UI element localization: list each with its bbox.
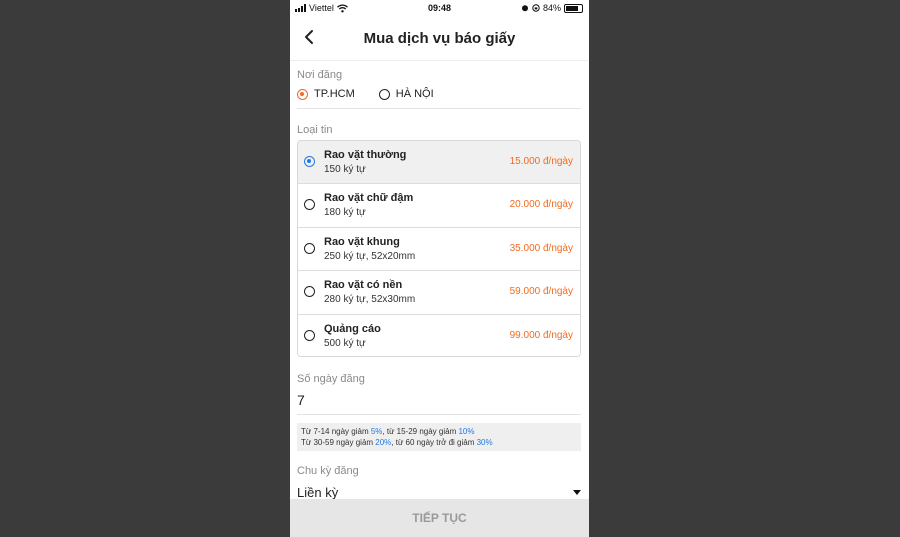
ad-type-name: Rao vặt khung — [324, 235, 400, 248]
ad-type-price: 15.000 đ/ngày — [509, 156, 573, 167]
cycle-label: Chu kỳ đăng — [297, 465, 359, 477]
app-header: Mua dịch vụ báo giấy — [290, 16, 589, 61]
ad-type-item[interactable]: Rao vặt thường 150 ký tự 15.000 đ/ngày — [298, 141, 580, 185]
ad-type-price: 59.000 đ/ngày — [509, 286, 573, 298]
ad-type-price: 99.000 đ/ngày — [509, 329, 573, 341]
ad-type-desc: 180 ký tự — [324, 207, 366, 219]
radio-unselected-icon[interactable] — [304, 329, 315, 341]
ad-type-desc: 280 ký tự, 52x30mm — [324, 294, 416, 306]
ad-type-label: Loại tin — [297, 124, 333, 136]
ad-type-item[interactable]: Rao vặt chữ đậm 180 ký tự 20.000 đ/ngày — [298, 184, 580, 228]
continue-button[interactable]: TIẾP TỤC — [290, 499, 589, 537]
battery-icon — [564, 3, 583, 13]
radio-unselected-icon[interactable] — [304, 199, 315, 211]
location-option-label: HÀ NỘI — [395, 88, 434, 100]
status-right: 84% — [521, 3, 583, 13]
discount-text: Từ 7-14 ngày giảm — [301, 427, 371, 436]
discount-percent: 30% — [476, 438, 493, 447]
discount-line-1: Từ 7-14 ngày giảm 5%, từ 15-29 ngày giảm… — [301, 426, 577, 437]
caret-down-icon[interactable] — [573, 490, 581, 495]
ad-type-price: 35.000 đ/ngày — [509, 242, 573, 254]
cycle-select[interactable]: Liền kỳ — [297, 485, 338, 500]
ad-type-item[interactable]: Rao vặt có nền 280 ký tự, 52x30mm 59.000… — [298, 271, 580, 315]
ad-type-list: Rao vặt thường 150 ký tự 15.000 đ/ngày R… — [297, 140, 581, 357]
discount-line-2: Từ 30-59 ngày giảm 20%, từ 60 ngày trở đ… — [301, 437, 577, 448]
discount-percent: 5% — [370, 427, 383, 436]
phone-screen: Viettel 09:48 84% Mua dịch vụ báo giấy N… — [290, 0, 589, 537]
radio-unselected-icon[interactable] — [304, 242, 315, 254]
ad-type-desc: 150 ký tự — [324, 164, 366, 175]
radio-selected-icon[interactable] — [304, 156, 315, 167]
location-option-hcm[interactable]: TP.HCM — [297, 88, 355, 100]
radio-unselected-icon[interactable] — [378, 88, 390, 100]
ad-type-name: Rao vặt chữ đậm — [324, 192, 414, 205]
location-options: TP.HCM HÀ NỘI — [297, 88, 458, 100]
alarm-icon — [521, 5, 528, 12]
status-bar: Viettel 09:48 84% — [290, 0, 589, 16]
radio-selected-icon[interactable] — [297, 88, 308, 100]
location-option-hanoi[interactable]: HÀ NỘI — [378, 88, 434, 100]
rotation-lock-icon — [532, 4, 540, 12]
discount-note: Từ 7-14 ngày giảm 5%, từ 15-29 ngày giảm… — [297, 423, 581, 451]
ad-type-desc: 250 ký tự, 52x20mm — [324, 250, 416, 262]
page-title: Mua dịch vụ báo giấy — [363, 30, 516, 47]
divider — [297, 108, 581, 109]
days-label: Số ngày đăng — [297, 373, 365, 385]
location-label: Nơi đăng — [297, 69, 343, 81]
ad-type-item[interactable]: Quảng cáo 500 ký tự 99.000 đ/ngày — [298, 314, 580, 356]
discount-text: , từ 15-29 ngày giảm — [382, 427, 459, 436]
ad-type-item[interactable]: Rao vặt khung 250 ký tự, 52x20mm 35.000 … — [298, 227, 580, 272]
location-option-label: TP.HCM — [314, 88, 355, 100]
divider — [297, 414, 581, 415]
discount-percent: 10% — [458, 427, 475, 436]
ad-type-desc: 500 ký tự — [324, 337, 366, 349]
ad-type-price: 20.000 đ/ngày — [509, 199, 573, 211]
ad-type-name: Rao vặt thường — [324, 149, 407, 161]
ad-type-name: Rao vặt có nền — [324, 279, 403, 292]
discount-text: Từ 30-59 ngày giảm — [301, 438, 376, 447]
radio-unselected-icon[interactable] — [304, 286, 315, 298]
battery-percent: 84% — [542, 3, 561, 13]
discount-text: , từ 60 ngày trở đi giảm — [391, 438, 477, 447]
days-input[interactable]: 7 — [297, 392, 305, 408]
discount-percent: 20% — [375, 438, 392, 447]
ad-type-name: Quảng cáo — [324, 322, 381, 335]
